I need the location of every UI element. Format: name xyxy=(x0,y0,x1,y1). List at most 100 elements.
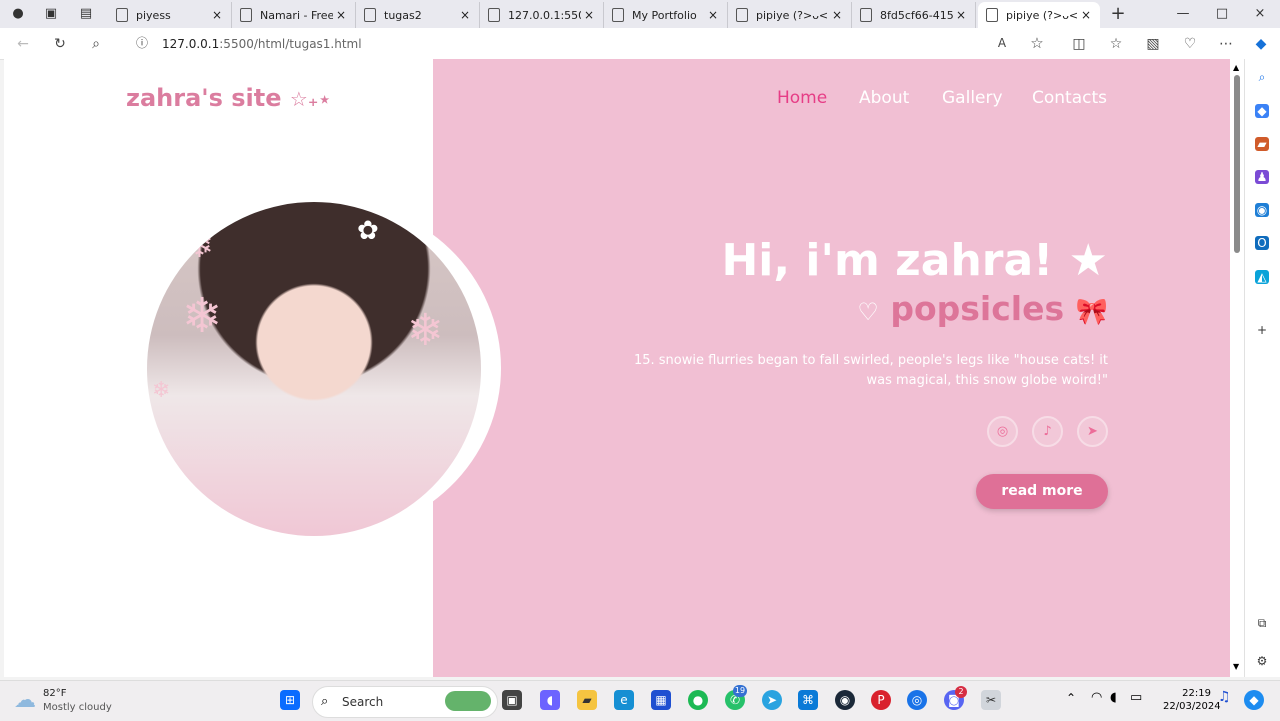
nav-home[interactable]: Home xyxy=(777,88,827,108)
close-icon[interactable]: × xyxy=(1078,8,1094,22)
hero-quote: 15. snowie flurries began to fall swirle… xyxy=(633,353,1108,388)
chat-icon[interactable]: ◖ xyxy=(540,690,560,710)
scrollbar-thumb[interactable] xyxy=(1234,75,1240,253)
notification-bell-icon[interactable]: ♫ xyxy=(1218,689,1231,705)
close-icon[interactable]: × xyxy=(829,8,845,22)
browser-tab-1[interactable]: Namari - Free L× xyxy=(232,2,356,28)
start-button[interactable]: ⊞ xyxy=(280,690,300,710)
collections-icon[interactable]: ▧ xyxy=(1144,35,1162,53)
copilot-icon[interactable]: ◆ xyxy=(1252,35,1270,53)
nav-about[interactable]: About xyxy=(859,88,909,108)
add-icon[interactable]: + xyxy=(1255,323,1269,337)
browser-tab-2[interactable]: tugas2 × xyxy=(356,2,480,28)
nav-contacts[interactable]: Contacts xyxy=(1032,88,1107,108)
close-icon[interactable]: × xyxy=(209,8,225,22)
new-tab-button[interactable]: + xyxy=(1110,5,1126,23)
battery-icon[interactable]: ▭ xyxy=(1130,690,1142,705)
close-icon[interactable]: × xyxy=(705,8,721,22)
address-bar: ← ↻ ⌕ ⓘ 127.0.0.1:5500/html/tugas1.html … xyxy=(0,28,1280,60)
weather-icon[interactable]: ☁ xyxy=(14,688,36,713)
workspaces-icon[interactable]: ▣ xyxy=(43,6,59,22)
maximize-button[interactable]: □ xyxy=(1214,6,1230,22)
settings-icon[interactable]: ⚙ xyxy=(1255,654,1269,668)
refresh-icon[interactable]: ↻ xyxy=(51,35,69,53)
favorites-icon[interactable]: ☆ xyxy=(1107,35,1125,53)
outlook-icon[interactable]: O xyxy=(1255,236,1269,250)
tab-title: My Portfolio xyxy=(632,8,697,22)
settings-more-icon[interactable]: ⋯ xyxy=(1217,35,1235,53)
url-host: 127.0.0.1 xyxy=(162,37,220,51)
profile-icon[interactable]: ● xyxy=(10,6,26,22)
hero-heading: Hi, i'm zahra! ★ xyxy=(721,235,1108,286)
browser-tab-4[interactable]: My Portfolio × xyxy=(604,2,728,28)
snipping-tool-icon[interactable]: ✂ xyxy=(981,690,1001,710)
volume-icon[interactable]: ◖ xyxy=(1110,690,1117,705)
close-window-button[interactable]: × xyxy=(1252,6,1268,22)
games-icon[interactable]: ♟ xyxy=(1255,170,1269,184)
microsoft-365-icon[interactable]: ◉ xyxy=(1255,203,1269,217)
browser-tab-6[interactable]: 8fd5cf66-415b × xyxy=(852,2,976,28)
system-clock[interactable]: 22:19 22/03/2024 xyxy=(1163,687,1221,713)
close-icon[interactable]: × xyxy=(457,8,473,22)
edge-icon[interactable]: e xyxy=(614,690,634,710)
nav-gallery[interactable]: Gallery xyxy=(942,88,1003,108)
file-explorer-icon[interactable]: ▰ xyxy=(577,690,597,710)
scroll-down-icon[interactable]: ▼ xyxy=(1233,662,1239,671)
back-icon[interactable]: ← xyxy=(14,35,32,53)
steam-icon[interactable]: ◉ xyxy=(835,690,855,710)
snowflake-icon: ❄ xyxy=(185,226,214,266)
browser-tab-active[interactable]: pipiye (?>ᴗ<)?× xyxy=(978,2,1100,28)
url-field[interactable]: ⓘ 127.0.0.1:5500/html/tugas1.html A ☆ xyxy=(120,31,1055,56)
vscode-icon[interactable]: ⌘ xyxy=(798,690,818,710)
instagram-icon[interactable]: ◎ xyxy=(987,416,1018,447)
close-icon[interactable]: × xyxy=(581,8,597,22)
page-icon xyxy=(986,8,998,22)
favorite-star-icon[interactable]: ☆ xyxy=(1028,34,1046,52)
task-view-icon[interactable]: ▣ xyxy=(502,690,522,710)
telegram-icon[interactable]: ➤ xyxy=(762,690,782,710)
browser-tab-5[interactable]: pipiye (?>ᴗ<)?× xyxy=(728,2,852,28)
info-icon[interactable]: ⓘ xyxy=(133,34,151,52)
site-brand[interactable]: zahra's site ☆₊⋆ xyxy=(126,84,331,112)
search-icon[interactable]: ⌕ xyxy=(87,35,105,53)
tab-title: Namari - Free L xyxy=(260,8,333,22)
pinterest-icon[interactable]: P xyxy=(871,690,891,710)
bow-icon: 🎀 xyxy=(1075,297,1108,327)
chrome-icon[interactable]: ◎ xyxy=(907,690,927,710)
minimize-button[interactable]: — xyxy=(1175,6,1191,22)
url-path: :5500/html/tugas1.html xyxy=(219,37,362,51)
search-icon[interactable]: ⌕ xyxy=(1255,70,1269,84)
scroll-up-icon[interactable]: ▲ xyxy=(1233,63,1239,72)
sidebar-layout-icon[interactable]: ⧉ xyxy=(1255,616,1269,630)
shopping-icon[interactable]: ◆ xyxy=(1255,104,1269,118)
read-aloud-icon[interactable]: A xyxy=(993,34,1011,52)
search-icon: ⌕ xyxy=(321,694,329,709)
hero-content: Hi, i'm zahra! ★ ♡ popsicles 🎀 15. snowi… xyxy=(608,234,1108,509)
taskbar-search[interactable]: ⌕ Search xyxy=(312,686,498,718)
tools-icon[interactable]: ▰ xyxy=(1255,137,1269,151)
page-scrollbar[interactable]: ▲ ▼ xyxy=(1230,59,1244,677)
read-more-button[interactable]: read more xyxy=(976,474,1108,509)
store-icon[interactable]: ▦ xyxy=(651,690,671,710)
close-icon[interactable]: × xyxy=(333,8,349,22)
weather-widget[interactable]: 82°F Mostly cloudy xyxy=(43,687,112,715)
tab-title: 127.0.0.1:5500/l xyxy=(508,8,581,22)
browser-essentials-icon[interactable]: ♡ xyxy=(1181,35,1199,53)
browser-tab-0[interactable]: piyess × xyxy=(108,2,232,28)
spotify-icon[interactable]: ● xyxy=(688,690,708,710)
brand-star-icon: ☆₊⋆ xyxy=(289,87,331,111)
page-icon xyxy=(612,8,624,22)
close-icon[interactable]: × xyxy=(953,8,969,22)
browser-tab-3[interactable]: 127.0.0.1:5500/l× xyxy=(480,2,604,28)
copilot-taskbar-icon[interactable]: ◆ xyxy=(1244,690,1264,710)
chevron-up-icon[interactable]: ⌃ xyxy=(1066,691,1076,705)
wifi-icon[interactable]: ◠ xyxy=(1091,690,1102,705)
tiktok-icon[interactable]: ♪ xyxy=(1032,416,1063,447)
snowflake-icon: ❄ xyxy=(152,378,171,403)
split-screen-icon[interactable]: ◫ xyxy=(1070,35,1088,53)
search-placeholder: Search xyxy=(342,695,384,709)
tab-actions-icon[interactable]: ▤ xyxy=(78,6,94,22)
drop-icon[interactable]: ◭ xyxy=(1255,270,1269,284)
telegram-icon[interactable]: ➤ xyxy=(1077,416,1108,447)
hero-subheading: ♡ popsicles 🎀 xyxy=(608,288,1108,333)
